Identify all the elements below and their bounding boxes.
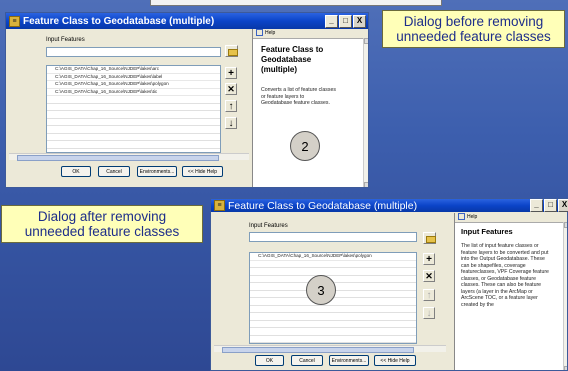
step-badge: 3 <box>306 275 336 305</box>
list-item[interactable]: C:\AGIS_DATA\Chap_16_Source\NJDEP\lakes\… <box>47 74 220 81</box>
empty-row <box>250 321 416 328</box>
input-features-label: Input Features <box>46 37 85 43</box>
help-panel-before: Help Feature Class to Geodatabase (multi… <box>252 29 368 187</box>
help-title: Feature Class to Geodatabase (multiple) <box>261 45 324 74</box>
environments-button[interactable]: Environments... <box>137 166 177 177</box>
help-icon <box>256 29 263 37</box>
cancel-button[interactable]: Cancel <box>291 355 323 366</box>
minimize-button[interactable]: _ <box>325 14 338 28</box>
help-icon <box>458 213 465 221</box>
input-features-field[interactable] <box>249 232 417 242</box>
minimize-button[interactable]: _ <box>530 199 543 212</box>
remove-icon[interactable]: ✕ <box>423 270 435 282</box>
empty-row <box>250 336 416 343</box>
callout-after: Dialog after removing unneeded feature c… <box>1 205 203 243</box>
hide-help-button[interactable]: << Hide Help <box>374 355 416 366</box>
input-features-field[interactable] <box>46 47 221 57</box>
close-button[interactable]: X <box>558 199 568 212</box>
help-tab-label: Help <box>467 214 478 220</box>
help-text: Converts a list of feature classes or fe… <box>261 87 336 106</box>
empty-row <box>47 96 220 104</box>
ok-button[interactable]: OK <box>61 166 91 177</box>
empty-row <box>250 306 416 313</box>
scroll-up-icon[interactable] <box>564 222 567 228</box>
list-item[interactable]: C:\AGIS_DATA\Chap_16_Source\NJDEP\lakes\… <box>47 66 220 74</box>
close-button[interactable]: X <box>353 14 366 28</box>
help-vscroll[interactable] <box>363 38 368 187</box>
scroll-thumb[interactable] <box>222 347 414 353</box>
scroll-down-icon[interactable] <box>564 366 567 370</box>
top-edge-strip <box>150 0 442 6</box>
empty-row <box>250 268 416 276</box>
empty-row <box>250 313 416 321</box>
dialog-after-title: Feature Class to Geodatabase (multiple) <box>228 199 418 212</box>
move-up-icon[interactable]: ↑ <box>423 289 435 301</box>
empty-row <box>250 328 416 336</box>
add-icon[interactable]: + <box>225 67 237 79</box>
scroll-up-icon[interactable] <box>364 38 368 44</box>
list-item[interactable]: C:\AGIS_DATA\Chap_16_Source\NJDEP\lakes\… <box>47 81 220 89</box>
dialog-before: ≡ Feature Class to Geodatabase (multiple… <box>5 12 369 188</box>
maximize-button[interactable]: □ <box>339 14 352 28</box>
add-icon[interactable]: + <box>423 253 435 265</box>
empty-row <box>250 261 416 268</box>
move-up-icon[interactable]: ↑ <box>225 100 237 112</box>
toolbox-icon: ≡ <box>9 15 20 27</box>
move-down-icon[interactable]: ↓ <box>423 307 435 319</box>
empty-row <box>47 141 220 149</box>
list-item[interactable]: C:\AGIS_DATA\Chap_16_Source\NJDEP\lakes\… <box>47 89 220 96</box>
empty-row <box>47 126 220 134</box>
cancel-button[interactable]: Cancel <box>98 166 130 177</box>
dialog-before-titlebar[interactable]: ≡ Feature Class to Geodatabase (multiple… <box>6 13 368 29</box>
scroll-down-icon[interactable] <box>364 182 368 187</box>
list-item[interactable]: C:\AGIS_DATA\Chap_16_Source\NJDEP\lakes\… <box>250 253 416 261</box>
empty-row <box>47 134 220 141</box>
folder-icon <box>426 236 436 243</box>
help-title: Input Features <box>461 227 513 236</box>
help-panel-after: Help Input Features The list of input fe… <box>454 213 567 370</box>
dialog-after-hscroll[interactable] <box>214 345 446 353</box>
remove-icon[interactable]: ✕ <box>225 83 237 95</box>
dialog-after-window-buttons: _ □ X <box>530 199 568 212</box>
browse-folder-button[interactable] <box>423 232 436 244</box>
toolbox-icon: ≡ <box>214 200 225 211</box>
callout-after-text: Dialog after removing unneeded feature c… <box>24 209 180 239</box>
help-vscroll[interactable] <box>563 222 567 370</box>
maximize-button[interactable]: □ <box>544 199 557 212</box>
scroll-thumb[interactable] <box>17 155 219 161</box>
help-tab[interactable]: Help <box>455 213 567 223</box>
dialog-after-titlebar[interactable]: ≡ Feature Class to Geodatabase (multiple… <box>211 199 567 212</box>
callout-before-text: Dialog before removing unneeded feature … <box>396 14 551 44</box>
environments-button[interactable]: Environments... <box>329 355 369 366</box>
hide-help-button[interactable]: << Hide Help <box>182 166 223 177</box>
empty-row <box>250 298 416 306</box>
dialog-before-title: Feature Class to Geodatabase (multiple) <box>23 15 215 27</box>
empty-row <box>47 111 220 119</box>
callout-before: Dialog before removing unneeded feature … <box>382 10 565 48</box>
help-text: The list of input feature classes or fea… <box>461 243 549 308</box>
empty-row <box>47 104 220 111</box>
move-down-icon[interactable]: ↓ <box>225 117 237 129</box>
dialog-before-hscroll[interactable] <box>9 153 249 161</box>
step-badge: 2 <box>290 131 320 161</box>
input-features-list[interactable]: C:\AGIS_DATA\Chap_16_Source\NJDEP\lakes\… <box>46 65 221 153</box>
input-features-label: Input Features <box>249 223 288 229</box>
dialog-after: ≡ Feature Class to Geodatabase (multiple… <box>210 198 568 371</box>
browse-folder-button[interactable] <box>225 45 238 57</box>
folder-icon <box>228 49 238 56</box>
ok-button[interactable]: OK <box>255 355 284 366</box>
help-tab[interactable]: Help <box>253 29 368 39</box>
empty-row <box>47 119 220 126</box>
help-tab-label: Help <box>265 30 276 36</box>
